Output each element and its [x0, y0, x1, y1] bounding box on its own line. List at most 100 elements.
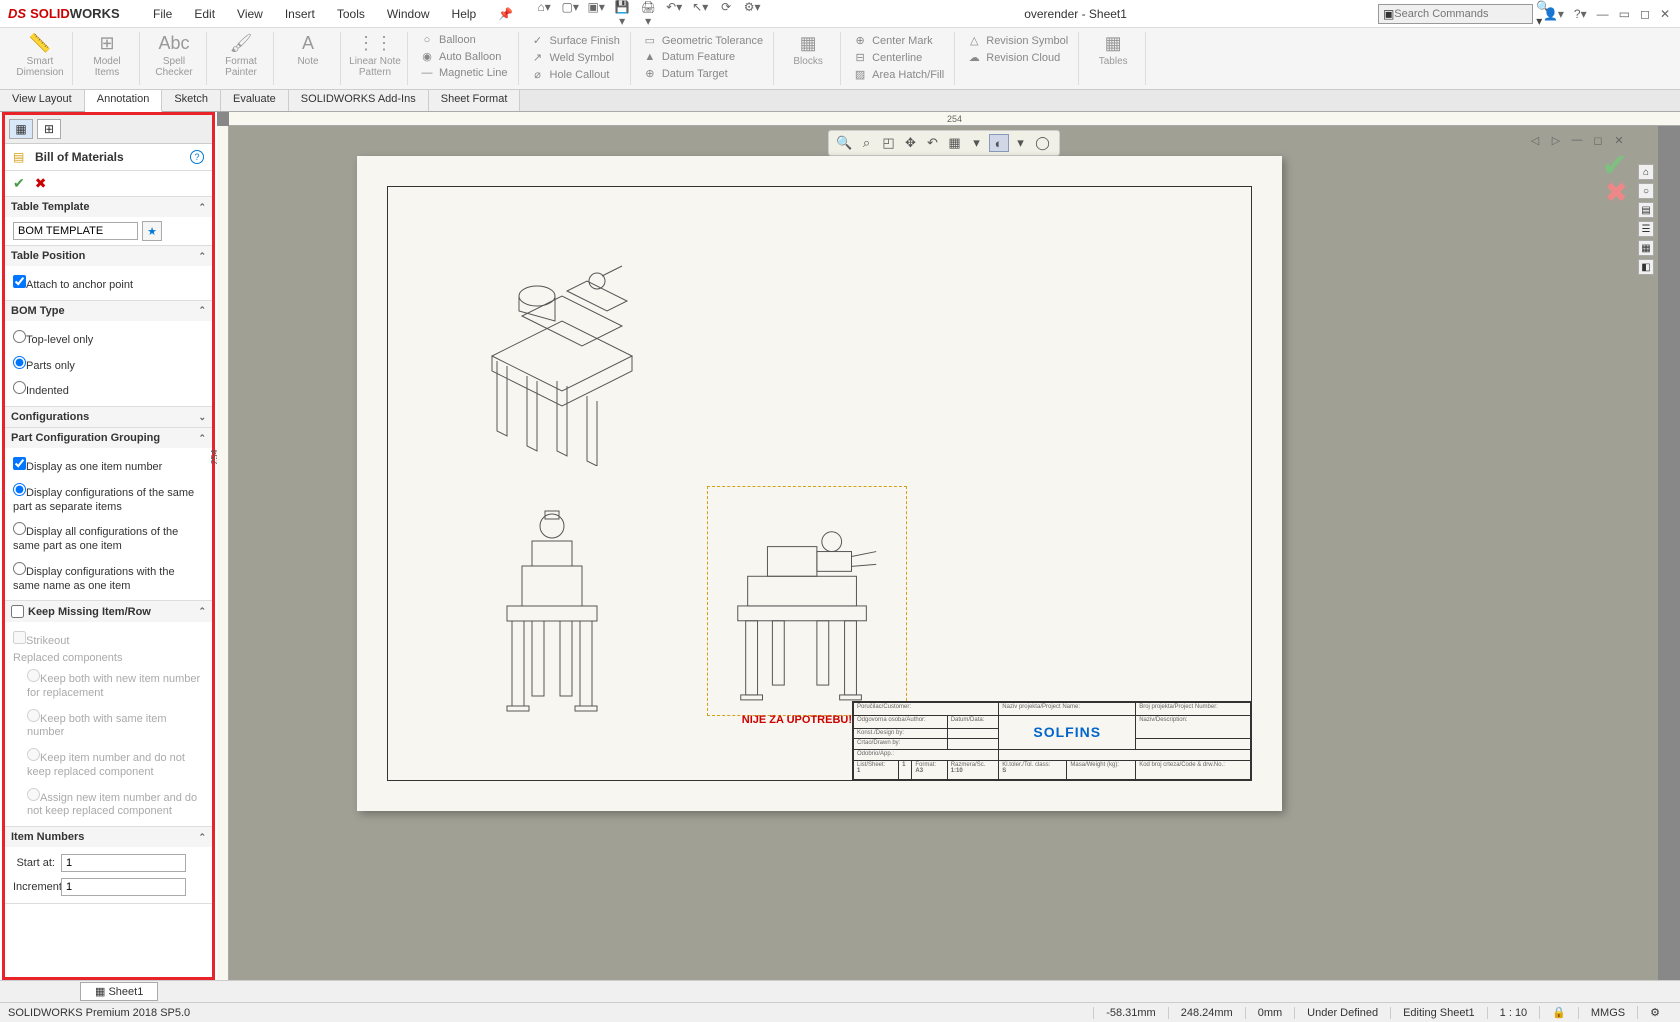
area-hatch-button[interactable]: ▨Area Hatch/Fill: [849, 66, 948, 83]
increment-input[interactable]: [61, 878, 186, 896]
weld-symbol-button[interactable]: ↗Weld Symbol: [527, 49, 624, 66]
pan-icon[interactable]: ✥: [901, 134, 921, 152]
search-input[interactable]: [1394, 8, 1536, 20]
display-one-item-checkbox[interactable]: Display as one item number: [13, 452, 204, 478]
undo-icon[interactable]: ↶▾: [665, 0, 683, 28]
cfg-one-item-radio[interactable]: Display all configurations of the same p…: [13, 517, 204, 557]
blocks-button[interactable]: ▦Blocks: [782, 32, 834, 67]
spell-checker-button[interactable]: AbcSpell Checker: [148, 32, 200, 78]
search-commands[interactable]: ▣ 🔍▾: [1378, 4, 1533, 24]
pm-tab-2[interactable]: ⊞: [37, 119, 61, 139]
restore-icon[interactable]: ▭: [1619, 7, 1630, 21]
tab-sketch[interactable]: Sketch: [162, 90, 221, 111]
tables-button[interactable]: ▦Tables: [1087, 32, 1139, 67]
surface-finish-button[interactable]: ✓Surface Finish: [527, 32, 624, 49]
confirm-cancel-icon[interactable]: ✖: [1605, 176, 1628, 209]
rebuild-icon[interactable]: ⟳: [717, 0, 735, 28]
drawing-view-isometric[interactable]: [467, 196, 667, 466]
open-icon[interactable]: ▣▾: [587, 0, 605, 28]
tab-addins[interactable]: SOLIDWORKS Add-Ins: [289, 90, 429, 111]
geo-tolerance-button[interactable]: ▭Geometric Tolerance: [639, 32, 767, 49]
options-icon[interactable]: ⚙▾: [743, 0, 761, 28]
menu-file[interactable]: File: [143, 3, 182, 25]
status-lock-icon[interactable]: 🔒: [1539, 1006, 1578, 1019]
scene-icon[interactable]: ◐: [989, 134, 1009, 152]
section-configurations[interactable]: Configurations⌄: [5, 407, 212, 427]
minimize-icon[interactable]: —: [1597, 7, 1609, 21]
sheet-tab[interactable]: ▦ Sheet1: [80, 982, 158, 1001]
smart-dimension-button[interactable]: 📏Smart Dimension: [14, 32, 66, 78]
zoom-area-icon[interactable]: ⌕: [857, 134, 877, 152]
pm-ok-button[interactable]: ✔: [13, 175, 25, 192]
menu-insert[interactable]: Insert: [275, 3, 325, 25]
menu-view[interactable]: View: [227, 3, 273, 25]
section-keep-missing[interactable]: Keep Missing Item/Row⌃: [5, 601, 212, 622]
menu-window[interactable]: Window: [377, 3, 440, 25]
home-icon[interactable]: ⌂▾: [535, 0, 553, 28]
prev-view-icon[interactable]: ↶: [923, 134, 943, 152]
select-icon[interactable]: ↖▾: [691, 0, 709, 28]
hide-show-icon[interactable]: ◯: [1033, 134, 1053, 152]
auto-balloon-button[interactable]: ◉Auto Balloon: [416, 48, 512, 65]
tab-view-layout[interactable]: View Layout: [0, 90, 85, 111]
pm-cancel-button[interactable]: ✖: [35, 175, 47, 192]
close-icon[interactable]: ✕: [1660, 7, 1670, 21]
model-items-button[interactable]: ⊞Model Items: [81, 32, 133, 78]
zoom-window-icon[interactable]: ◰: [879, 134, 899, 152]
menu-help[interactable]: Help: [442, 3, 487, 25]
linear-note-button[interactable]: ⋮⋮Linear Note Pattern: [349, 32, 401, 78]
template-input[interactable]: [13, 222, 138, 240]
status-scale[interactable]: 1 : 10: [1487, 1007, 1540, 1019]
pm-tab-1[interactable]: ▦: [9, 119, 33, 139]
magnetic-line-button[interactable]: —Magnetic Line: [416, 65, 512, 81]
tab-sheet-format[interactable]: Sheet Format: [429, 90, 521, 111]
revision-symbol-button[interactable]: △Revision Symbol: [963, 32, 1072, 49]
bom-type-top-level[interactable]: Top-level only: [13, 325, 204, 351]
centerline-button[interactable]: ⊟Centerline: [849, 49, 948, 66]
section-view-icon[interactable]: ▦: [945, 134, 965, 152]
print-icon[interactable]: 🖨▾: [639, 0, 657, 28]
section-bom-type[interactable]: BOM Type⌃: [5, 301, 212, 321]
datum-target-button[interactable]: ⊕Datum Target: [639, 65, 767, 82]
section-item-numbers[interactable]: Item Numbers⌃: [5, 827, 212, 847]
rb-props-icon[interactable]: ▦: [1638, 240, 1654, 256]
cfg-same-name-radio[interactable]: Display configurations with the same nam…: [13, 557, 204, 597]
bom-type-parts-only[interactable]: Parts only: [13, 351, 204, 377]
browse-template-button[interactable]: ★: [142, 221, 162, 241]
user-icon[interactable]: 👤▾: [1543, 7, 1564, 21]
status-settings-icon[interactable]: ⚙: [1637, 1006, 1672, 1019]
scene-dropdown-icon[interactable]: ▾: [1011, 134, 1031, 152]
new-icon[interactable]: ▢▾: [561, 0, 579, 28]
bom-type-indented[interactable]: Indented: [13, 376, 204, 402]
start-at-input[interactable]: [61, 854, 186, 872]
section-part-config-grouping[interactable]: Part Configuration Grouping⌃: [5, 428, 212, 448]
drawing-sheet[interactable]: NIJE ZA UPOTREBU! Poručilac/Customer: Na…: [357, 156, 1282, 811]
rb-globe-icon[interactable]: ○: [1638, 183, 1654, 199]
drawing-view-front[interactable]: [477, 486, 627, 716]
pm-help-icon[interactable]: ?: [190, 150, 204, 164]
rb-layers-icon[interactable]: ▤: [1638, 202, 1654, 218]
display-style-icon[interactable]: ▾: [967, 134, 987, 152]
attach-anchor-checkbox[interactable]: Attach to anchor point: [13, 270, 204, 296]
balloon-button[interactable]: ○Balloon: [416, 32, 512, 48]
rb-home-icon[interactable]: ⌂: [1638, 164, 1654, 180]
zoom-fit-icon[interactable]: 🔍: [835, 134, 855, 152]
revision-cloud-button[interactable]: ☁Revision Cloud: [963, 49, 1072, 66]
status-units[interactable]: MMGS: [1578, 1007, 1637, 1019]
format-painter-button[interactable]: 🖌Format Painter: [215, 32, 267, 78]
menu-edit[interactable]: Edit: [184, 3, 225, 25]
tab-evaluate[interactable]: Evaluate: [221, 90, 289, 111]
help-icon[interactable]: ?▾: [1574, 7, 1587, 21]
note-button[interactable]: ANote: [282, 32, 334, 67]
vc-prev-icon[interactable]: ◁: [1526, 132, 1544, 148]
hole-callout-button[interactable]: ⌀Hole Callout: [527, 66, 624, 83]
section-table-template[interactable]: Table Template⌃: [5, 197, 212, 217]
vc-min-icon[interactable]: —: [1568, 132, 1586, 148]
tab-annotation[interactable]: Annotation: [85, 90, 163, 112]
datum-feature-button[interactable]: ▲Datum Feature: [639, 49, 767, 65]
center-mark-button[interactable]: ⊕Center Mark: [849, 32, 948, 49]
menu-tools[interactable]: Tools: [327, 3, 375, 25]
save-icon[interactable]: 💾▾: [613, 0, 631, 28]
rb-display-icon[interactable]: ◧: [1638, 259, 1654, 275]
drawing-view-side-selected[interactable]: [707, 486, 907, 716]
